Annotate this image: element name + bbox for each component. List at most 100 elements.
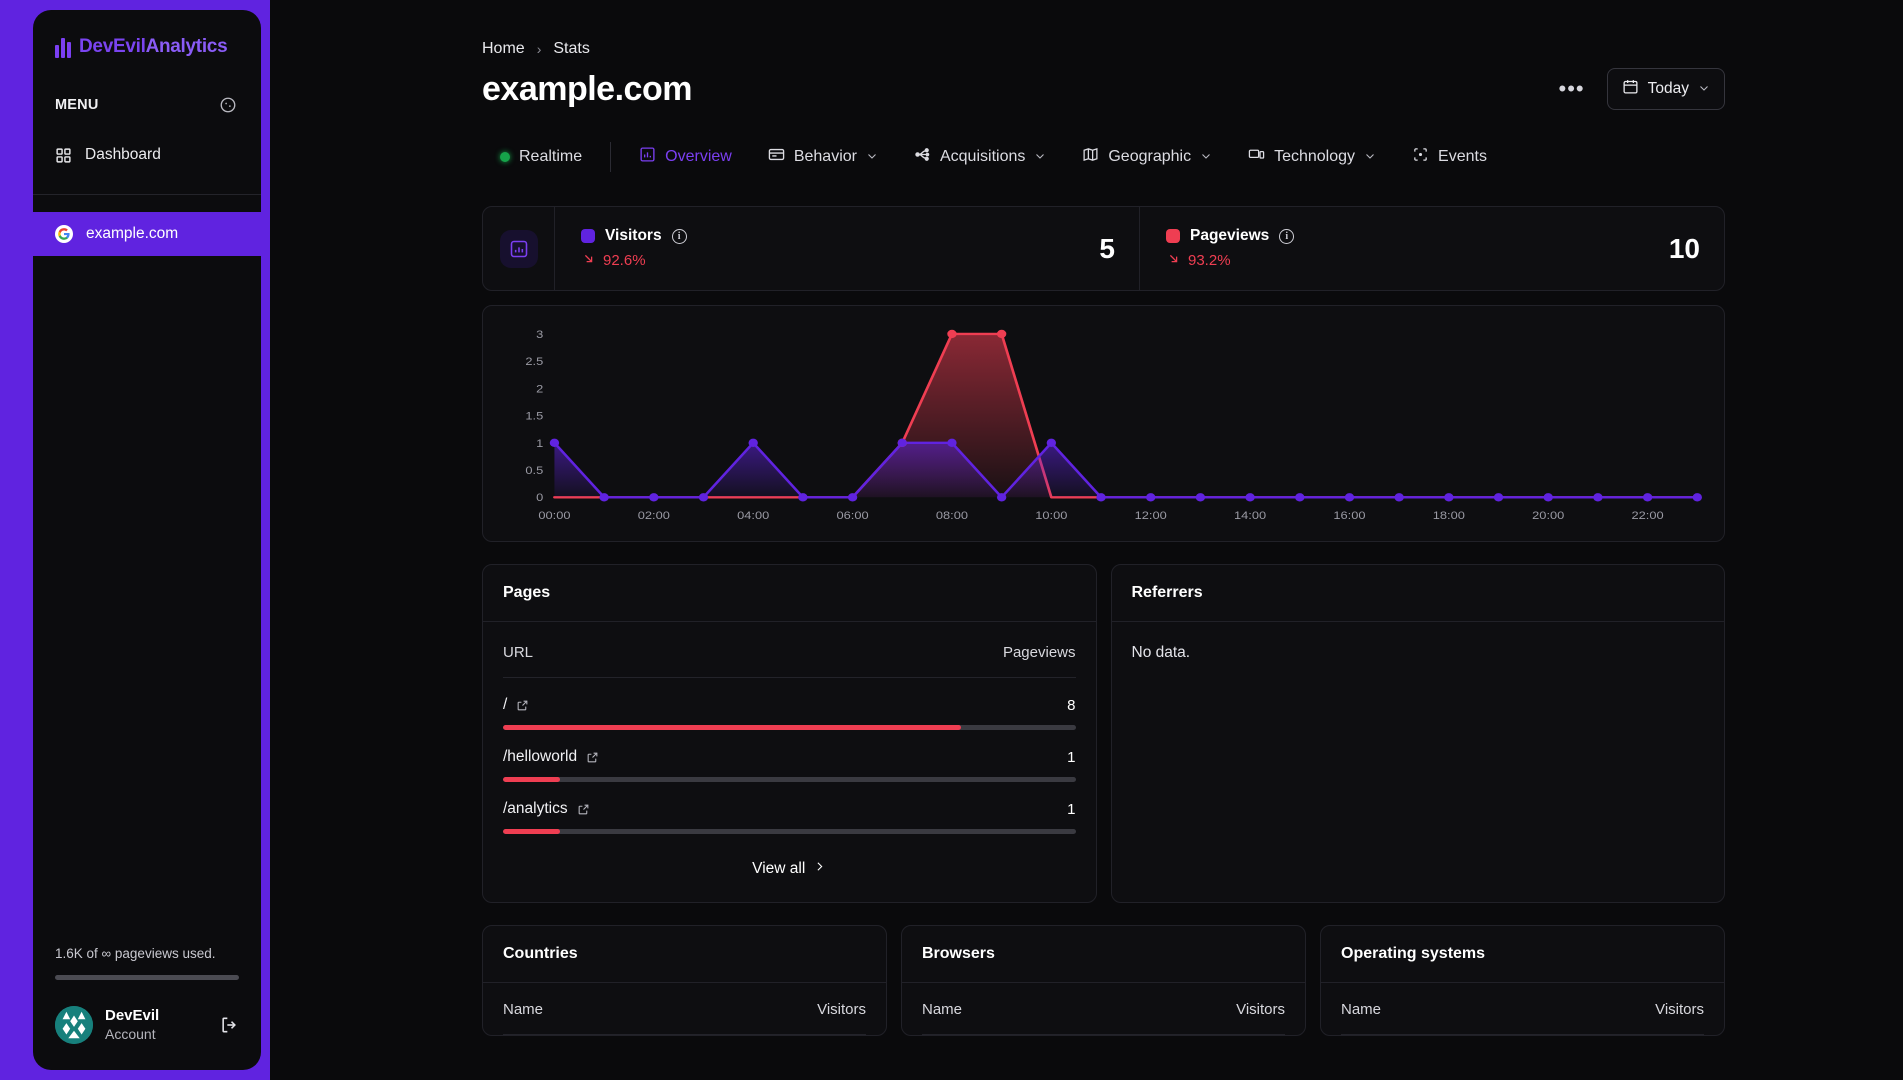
palette-icon[interactable] bbox=[219, 96, 237, 114]
data-point-visitors[interactable] bbox=[1642, 493, 1653, 502]
external-link-icon[interactable] bbox=[586, 751, 599, 764]
live-dot-icon bbox=[500, 152, 510, 162]
table-row-top: /helloworld 1 bbox=[503, 748, 1076, 766]
tab-label: Events bbox=[1438, 148, 1487, 165]
sidebar-item-example-com[interactable]: example.com bbox=[33, 212, 261, 256]
more-options-button[interactable]: ••• bbox=[1553, 74, 1591, 104]
data-point-visitors[interactable] bbox=[599, 493, 609, 502]
data-point-visitors[interactable] bbox=[1146, 493, 1156, 502]
pages-card: Pages URL Pageviews / 8 /helloworld 1 /a… bbox=[482, 564, 1097, 903]
tab-behavior[interactable]: Behavior bbox=[750, 140, 896, 174]
data-point-visitors[interactable] bbox=[549, 438, 560, 447]
chevron-down-icon bbox=[1698, 82, 1710, 97]
table-row-top: / 8 bbox=[503, 696, 1076, 714]
data-point-visitors[interactable] bbox=[1493, 493, 1504, 502]
data-point-visitors[interactable] bbox=[1195, 493, 1206, 502]
date-range-selector[interactable]: Today bbox=[1606, 68, 1725, 110]
breadcrumb-item-home[interactable]: Home bbox=[482, 40, 525, 58]
usage-text: 1.6K of ∞ pageviews used. bbox=[55, 946, 216, 961]
data-point-visitors[interactable] bbox=[798, 493, 808, 502]
data-point-visitors[interactable] bbox=[698, 493, 709, 502]
external-link-icon[interactable] bbox=[516, 699, 529, 712]
data-point-visitors[interactable] bbox=[1295, 493, 1305, 502]
info-icon[interactable]: i bbox=[671, 228, 687, 244]
data-point-visitors[interactable] bbox=[996, 493, 1007, 502]
countries-title: Countries bbox=[483, 926, 886, 983]
title-row: example.com ••• Today bbox=[270, 58, 1903, 110]
data-point-visitors[interactable] bbox=[1444, 493, 1454, 502]
data-point-visitors[interactable] bbox=[1245, 493, 1255, 502]
table-row[interactable]: /analytics 1 bbox=[503, 782, 1076, 834]
pages-title: Pages bbox=[483, 565, 1096, 622]
browsers-title: Browsers bbox=[902, 926, 1305, 983]
y-axis-tick-label: 2.5 bbox=[525, 355, 543, 368]
menu-label: MENU bbox=[55, 97, 99, 113]
chevron-down-icon bbox=[866, 150, 878, 165]
map-icon bbox=[1082, 146, 1099, 168]
column-name: Name bbox=[503, 1001, 544, 1018]
view-all-button[interactable]: View all bbox=[483, 834, 1096, 902]
tab-events[interactable]: Events bbox=[1394, 140, 1505, 174]
y-axis-tick-label: 3 bbox=[536, 328, 543, 341]
menu-header: MENU bbox=[33, 58, 261, 114]
x-axis-tick-label: 02:00 bbox=[638, 509, 670, 522]
data-point-visitors[interactable] bbox=[847, 493, 858, 502]
tab-technology[interactable]: Technology bbox=[1230, 140, 1394, 174]
data-point-visitors[interactable] bbox=[1593, 493, 1603, 502]
data-point-visitors[interactable] bbox=[1096, 493, 1106, 502]
column-visitors: Visitors bbox=[1236, 1001, 1285, 1018]
x-axis-tick-label: 20:00 bbox=[1532, 509, 1564, 522]
date-range-label: Today bbox=[1647, 80, 1689, 97]
tab-label: Technology bbox=[1274, 148, 1356, 165]
chevron-right-icon: › bbox=[536, 41, 542, 57]
tab-geographic[interactable]: Geographic bbox=[1064, 140, 1230, 174]
metric-delta: 93.2% bbox=[1166, 251, 1294, 270]
data-point-visitors[interactable] bbox=[1394, 493, 1404, 502]
data-point-pageviews[interactable] bbox=[947, 329, 957, 339]
breadcrumb-item-stats[interactable]: Stats bbox=[553, 40, 589, 58]
chevron-down-icon bbox=[1364, 150, 1376, 165]
metric-pageviews[interactable]: Pageviews i 93.2% 10 bbox=[1139, 207, 1724, 290]
data-point-pageviews[interactable] bbox=[996, 329, 1007, 339]
data-point-visitors[interactable] bbox=[1344, 493, 1355, 502]
account-section[interactable]: DevEvil Account bbox=[33, 980, 261, 1054]
data-point-visitors[interactable] bbox=[897, 438, 907, 447]
stats-icon bbox=[499, 229, 538, 268]
referrers-card: Referrers No data. bbox=[1110, 564, 1725, 903]
browsers-table-header: Name Visitors bbox=[922, 983, 1285, 1035]
sidebar-site-label: example.com bbox=[86, 225, 179, 242]
metric-delta-value: 92.6% bbox=[603, 252, 646, 269]
brand-logo[interactable]: DevEvilAnalytics bbox=[33, 10, 261, 58]
referrers-empty-state: No data. bbox=[1131, 644, 1191, 661]
logout-icon[interactable] bbox=[219, 1015, 239, 1035]
sidebar: DevEvilAnalytics MENU Dashboard example.… bbox=[0, 0, 270, 1080]
operating-systems-table-header: Name Visitors bbox=[1341, 983, 1704, 1035]
x-axis-tick-label: 16:00 bbox=[1333, 509, 1365, 522]
metric-visitors-left: Visitors i 92.6% bbox=[581, 227, 687, 270]
traffic-chart-card: 0 0.5 1 1.5 2 2.5 3 00:00 02:00 04:00 06:00 08:00 10… bbox=[482, 305, 1725, 542]
table-row[interactable]: / 8 bbox=[503, 678, 1076, 730]
data-point-visitors[interactable] bbox=[748, 438, 758, 447]
tab-acquisitions[interactable]: Acquisitions bbox=[896, 140, 1064, 174]
data-point-visitors[interactable] bbox=[649, 493, 659, 502]
page-title: example.com bbox=[482, 69, 692, 108]
table-row[interactable]: /helloworld 1 bbox=[503, 730, 1076, 782]
info-icon[interactable]: i bbox=[1279, 228, 1295, 244]
sidebar-item-label: Dashboard bbox=[85, 146, 161, 163]
metric-visitors[interactable]: Visitors i 92.6% 5 bbox=[555, 207, 1139, 290]
sidebar-item-dashboard[interactable]: Dashboard bbox=[33, 136, 261, 174]
table-row-top: /analytics 1 bbox=[503, 800, 1076, 818]
traffic-chart[interactable]: 0 0.5 1 1.5 2 2.5 3 00:00 02:00 04:00 06:00 08:00 10… bbox=[503, 326, 1704, 527]
external-link-icon[interactable] bbox=[577, 803, 590, 816]
data-point-visitors[interactable] bbox=[947, 438, 957, 447]
tab-realtime[interactable]: Realtime bbox=[482, 142, 600, 172]
data-point-visitors[interactable] bbox=[1046, 438, 1057, 447]
data-point-visitors[interactable] bbox=[1543, 493, 1553, 502]
visitors-color-swatch bbox=[581, 229, 595, 243]
page-count: 8 bbox=[1067, 696, 1076, 714]
data-point-visitors[interactable] bbox=[1692, 493, 1702, 502]
operating-systems-card: Operating systems Name Visitors bbox=[1320, 925, 1725, 1036]
page-url: /helloworld bbox=[503, 748, 578, 765]
tab-overview[interactable]: Overview bbox=[621, 140, 750, 174]
metric-delta: 92.6% bbox=[581, 251, 687, 270]
